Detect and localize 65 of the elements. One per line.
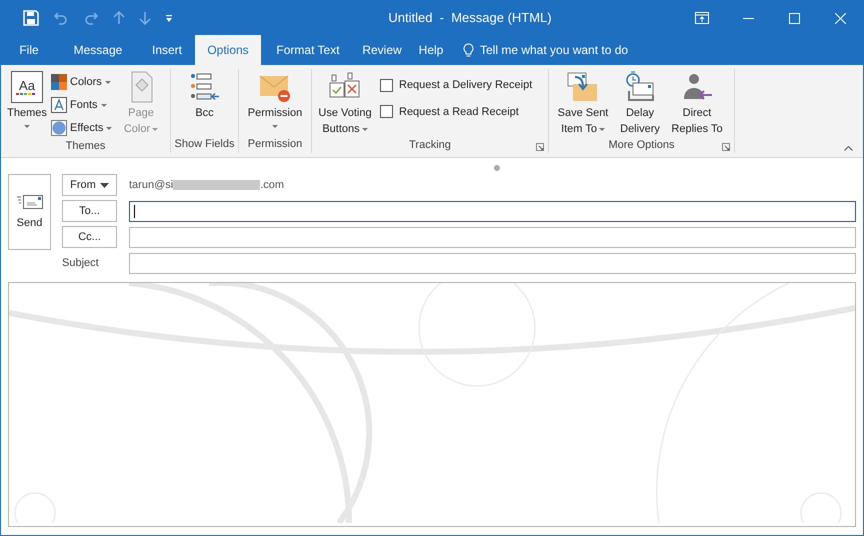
- caret-icon: [362, 128, 368, 131]
- subject-field[interactable]: [129, 252, 856, 274]
- caret-icon: [272, 125, 278, 128]
- themes-button[interactable]: Aa Themes: [3, 71, 51, 128]
- address-button[interactable]: To...: [62, 200, 117, 222]
- folder-arrow-icon: [567, 71, 599, 103]
- sender-address: .com: [260, 178, 284, 193]
- save-icon[interactable]: [23, 10, 39, 26]
- from-button[interactable]: From: [62, 174, 117, 196]
- bcc-button[interactable]: Bcc: [184, 71, 224, 121]
- tell-me-field[interactable]: Tell me what you want to do: [453, 35, 628, 65]
- ribbon-button[interactable]: Direct Replies To: [665, 71, 729, 137]
- menu-tab[interactable]: Options: [195, 35, 261, 65]
- caret-icon: [100, 104, 107, 106]
- group-label: More Options: [608, 138, 675, 153]
- caret-icon: [104, 80, 111, 84]
- input-field[interactable]: [129, 226, 856, 248]
- dialog-launcher-icon[interactable]: [722, 142, 730, 150]
- window-title: Untitled - Message (HTML): [387, 9, 553, 28]
- ribbon-button[interactable]: Effects: [51, 118, 117, 138]
- sender-address: tarun@si: [129, 178, 174, 193]
- menu-tab[interactable]: Message: [57, 35, 139, 65]
- ribbon-button[interactable]: Save Sent Item To: [551, 71, 615, 137]
- checkbox-label: Request a Delivery Receipt: [399, 78, 532, 93]
- menu-tab[interactable]: Insert: [139, 35, 195, 65]
- menu-tab[interactable]: Help: [409, 35, 453, 65]
- caret-icon: [24, 125, 30, 128]
- maximize-icon[interactable]: [788, 12, 800, 24]
- customize-icon[interactable]: [165, 14, 173, 22]
- menu-tab[interactable]: File: [1, 35, 57, 65]
- send-button[interactable]: Send: [8, 174, 51, 250]
- dialog-launcher-icon[interactable]: [536, 142, 544, 150]
- address-button[interactable]: Cc...: [62, 226, 117, 248]
- ribbon-button[interactable]: Colors: [51, 72, 117, 92]
- caret-icon: [106, 126, 112, 130]
- fonts-icon: [51, 97, 67, 113]
- collapse-ribbon-icon[interactable]: [844, 146, 853, 151]
- ribbon-button[interactable]: Fonts: [51, 95, 117, 115]
- clock-envelope-icon: [624, 71, 656, 103]
- effects-icon: [51, 120, 67, 136]
- group-label: Tracking: [409, 138, 451, 153]
- menu-tab[interactable]: Format Text: [261, 35, 355, 65]
- checkbox[interactable]: [380, 105, 393, 118]
- checkbox-label: Request a Read Receipt: [399, 104, 519, 120]
- input-field[interactable]: [129, 200, 856, 222]
- group-label: Themes: [66, 139, 106, 154]
- address-fields-icon: [188, 71, 220, 103]
- close-icon[interactable]: [834, 12, 846, 24]
- ribbon-display-icon[interactable]: [695, 12, 709, 24]
- envelope-icon: [16, 194, 44, 210]
- lightbulb-icon: [463, 42, 474, 58]
- voting-buttons-button[interactable]: Use Voting Buttons: [312, 71, 378, 137]
- group-label: Permission: [248, 136, 302, 152]
- subject-label: Subject: [62, 256, 100, 271]
- ribbon-button[interactable]: Delay Delivery: [615, 71, 665, 137]
- themes-icon: Aa: [11, 71, 43, 103]
- resize-handle-icon[interactable]: [494, 165, 500, 171]
- group-label: Show Fields: [174, 136, 234, 152]
- permission-button[interactable]: Permission: [244, 71, 306, 128]
- caret-icon: [152, 128, 158, 131]
- checkbox[interactable]: [380, 78, 393, 92]
- caret-icon: [100, 182, 109, 188]
- caret-icon: [598, 128, 605, 131]
- menu-tab[interactable]: Review: [355, 35, 409, 65]
- colors-icon: [51, 74, 67, 90]
